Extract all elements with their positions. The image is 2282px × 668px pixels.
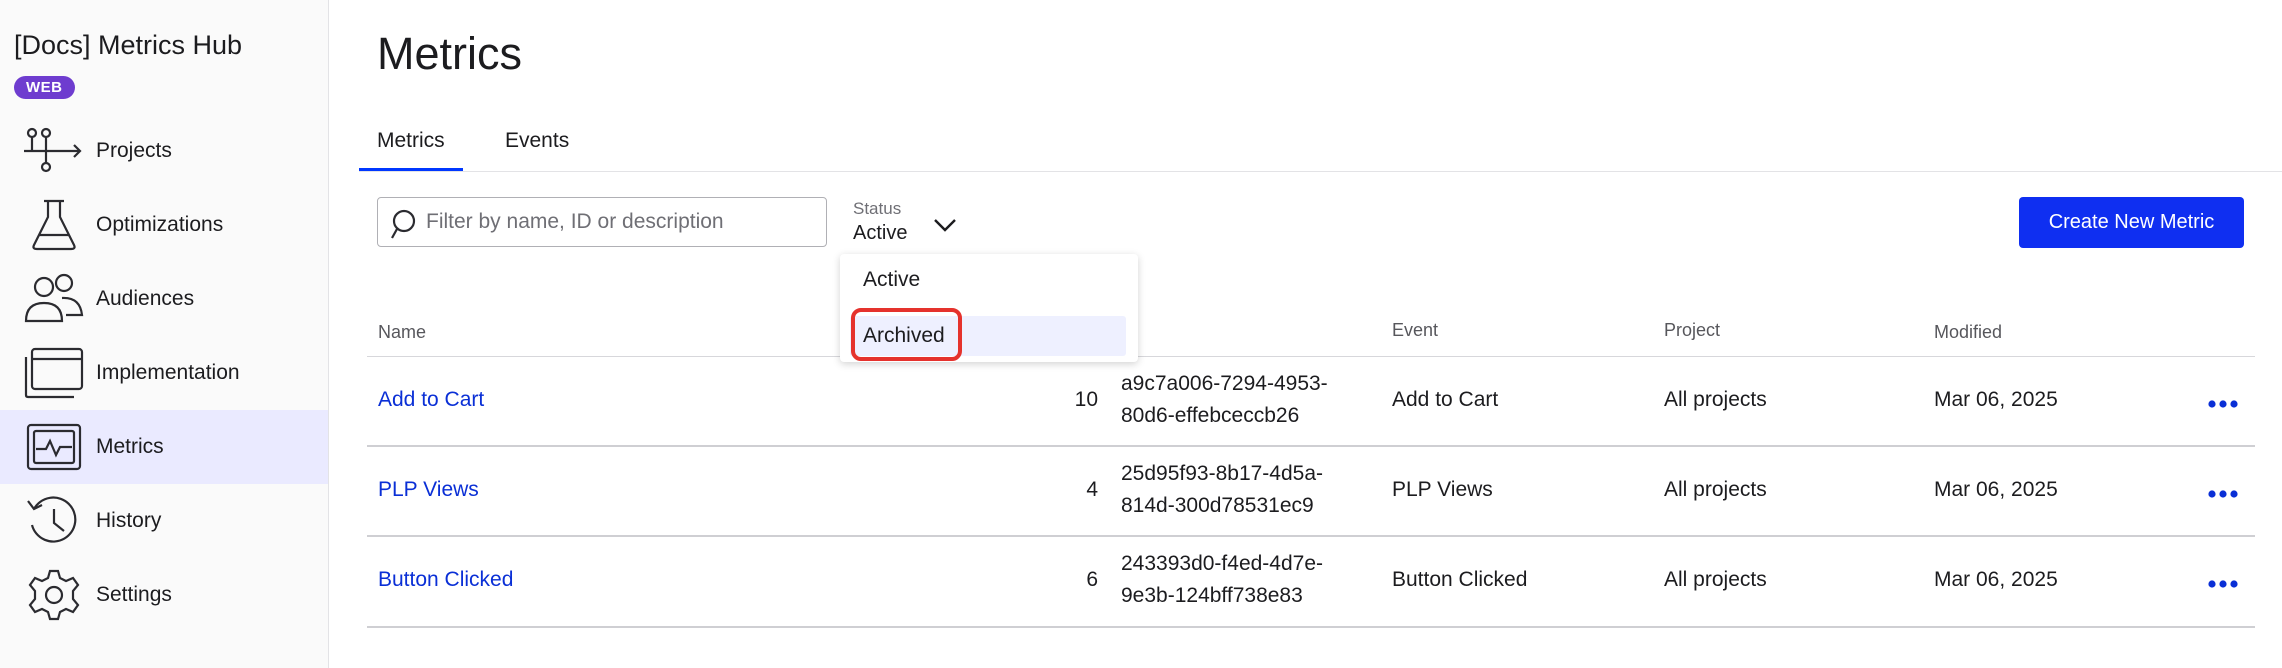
sidebar-item-label: Projects <box>96 139 172 162</box>
history-icon <box>22 493 86 549</box>
header-divider <box>367 356 2255 357</box>
status-filter-label: Status <box>853 199 902 218</box>
metric-id-line1: 243393d0-f4ed-4d7e- <box>1121 552 1324 575</box>
metric-id-line2: 9e3b-124bff738e83 <box>1121 584 1303 607</box>
create-new-metric-button[interactable]: Create New Metric <box>2019 197 2244 248</box>
projects-icon <box>22 123 86 179</box>
metric-count: 10 <box>1074 388 1098 411</box>
users-icon <box>22 271 86 327</box>
status-option-archived[interactable]: Archived <box>850 316 1126 356</box>
column-header-modified: Modified <box>1934 322 2003 342</box>
app-title: [Docs] Metrics Hub <box>14 30 243 60</box>
metric-id-line1: a9c7a006-7294-4953- <box>1121 372 1328 395</box>
metric-modified: Mar 06, 2025 <box>1934 478 2058 501</box>
column-header-name: Name <box>378 322 427 342</box>
row-divider <box>367 535 2255 537</box>
sidebar-item-history[interactable]: History <box>0 484 328 558</box>
column-header-event: Event <box>1392 320 1439 340</box>
metric-id-line1: 25d95f93-8b17-4d5a- <box>1121 462 1324 485</box>
sidebar-item-optimizations[interactable]: Optimizations <box>0 188 328 262</box>
metric-project: All projects <box>1664 388 1767 411</box>
metric-count: 6 <box>1086 568 1098 591</box>
metric-project: All projects <box>1664 478 1767 501</box>
sidebar-item-label: Implementation <box>96 361 240 384</box>
metric-event: Button Clicked <box>1392 568 1528 591</box>
tab-metrics[interactable]: Metrics <box>359 118 463 172</box>
search-input[interactable] <box>426 198 821 246</box>
search-box <box>377 197 827 247</box>
metric-event: PLP Views <box>1392 478 1493 501</box>
status-filter-select[interactable]: Status Active <box>853 197 963 251</box>
status-filter-value: Active <box>853 222 908 244</box>
metric-modified: Mar 06, 2025 <box>1934 568 2058 591</box>
status-option-active[interactable]: Active <box>840 260 1138 300</box>
sidebar-item-label: Settings <box>96 583 172 606</box>
sidebar-item-label: Optimizations <box>96 213 224 236</box>
sidebar-item-label: History <box>96 509 162 532</box>
metric-project: All projects <box>1664 568 1767 591</box>
sidebar-item-label: Audiences <box>96 287 195 310</box>
row-divider <box>367 445 2255 447</box>
metric-modified: Mar 06, 2025 <box>1934 388 2058 411</box>
metric-event: Add to Cart <box>1392 388 1499 411</box>
chevron-down-icon <box>931 213 959 237</box>
metric-name-link[interactable]: Add to Cart <box>378 388 484 412</box>
more-actions-icon[interactable] <box>2208 396 2238 408</box>
sidebar-item-label: Metrics <box>96 435 164 458</box>
metric-id-line2: 80d6-effebceccb26 <box>1121 404 1300 427</box>
row-divider <box>367 626 2255 628</box>
metric-name-link[interactable]: Button Clicked <box>378 568 513 592</box>
flask-icon <box>22 197 86 253</box>
platform-badge: WEB <box>14 76 75 99</box>
page-title: Metrics <box>377 28 522 79</box>
sidebar-item-projects[interactable]: Projects <box>0 114 328 188</box>
tabs-divider <box>359 171 2282 172</box>
status-dropdown-menu: Active Archived <box>840 254 1138 362</box>
sidebar-item-implementation[interactable]: Implementation <box>0 336 328 410</box>
column-header-project: Project <box>1664 320 1721 340</box>
metric-id-line2: 814d-300d78531ec9 <box>1121 494 1314 517</box>
sidebar-item-settings[interactable]: Settings <box>0 558 328 632</box>
sidebar: [Docs] Metrics Hub WEB Projects Optimiza… <box>0 0 329 668</box>
search-icon <box>390 208 422 240</box>
more-actions-icon[interactable] <box>2208 576 2238 588</box>
sidebar-item-metrics[interactable]: Metrics <box>0 410 328 484</box>
more-actions-icon[interactable] <box>2208 486 2238 498</box>
sidebar-item-audiences[interactable]: Audiences <box>0 262 328 336</box>
metric-count: 4 <box>1086 478 1098 501</box>
window-icon <box>22 345 86 401</box>
tab-events[interactable]: Events <box>487 118 587 172</box>
gear-icon <box>22 567 86 623</box>
metric-name-link[interactable]: PLP Views <box>378 478 479 502</box>
pulse-chart-icon <box>22 419 86 475</box>
